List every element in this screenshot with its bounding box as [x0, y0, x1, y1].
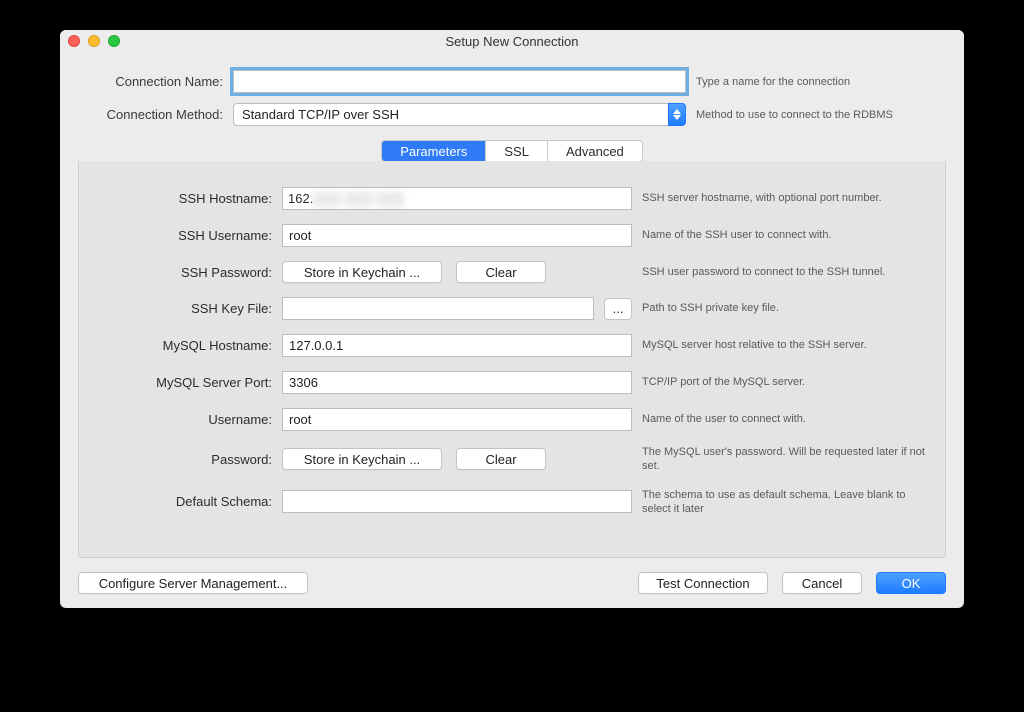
connection-method-value: Standard TCP/IP over SSH — [233, 103, 668, 126]
username-label: Username: — [97, 412, 272, 427]
zoom-icon[interactable] — [108, 35, 120, 47]
ssh-hostname-desc: SSH server hostname, with optional port … — [642, 191, 927, 205]
mysql-port-label: MySQL Server Port: — [97, 375, 272, 390]
connection-name-input[interactable] — [233, 70, 686, 93]
window-title: Setup New Connection — [446, 34, 579, 49]
ssh-hostname-input[interactable] — [282, 187, 632, 210]
footer: Configure Server Management... Test Conn… — [78, 558, 946, 594]
connection-name-hint: Type a name for the connection — [686, 76, 946, 88]
ssh-password-desc: SSH user password to connect to the SSH … — [642, 265, 927, 279]
mysql-hostname-desc: MySQL server host relative to the SSH se… — [642, 338, 927, 352]
ssh-password-clear-button[interactable]: Clear — [456, 261, 546, 283]
password-store-button[interactable]: Store in Keychain ... — [282, 448, 442, 470]
mysql-hostname-label: MySQL Hostname: — [97, 338, 272, 353]
tab-ssl[interactable]: SSL — [486, 141, 548, 161]
connection-name-label: Connection Name: — [78, 74, 233, 89]
ssh-keyfile-input[interactable] — [282, 297, 594, 320]
ssh-keyfile-desc: Path to SSH private key file. — [642, 301, 927, 315]
password-clear-button[interactable]: Clear — [456, 448, 546, 470]
parameters-panel: SSH Hostname: 162.░░░ ░░░ ░░░ SSH server… — [78, 161, 946, 558]
chevron-updown-icon[interactable] — [668, 103, 686, 126]
mysql-hostname-input[interactable] — [282, 334, 632, 357]
connection-method-hint: Method to use to connect to the RDBMS — [686, 109, 946, 121]
ssh-keyfile-browse-button[interactable]: ... — [604, 298, 632, 320]
ssh-username-label: SSH Username: — [97, 228, 272, 243]
ssh-password-store-button[interactable]: Store in Keychain ... — [282, 261, 442, 283]
configure-server-button[interactable]: Configure Server Management... — [78, 572, 308, 594]
username-desc: Name of the user to connect with. — [642, 412, 927, 426]
mysql-port-input[interactable] — [282, 371, 632, 394]
content: Connection Name: Type a name for the con… — [60, 52, 964, 608]
password-label: Password: — [97, 452, 272, 467]
titlebar: Setup New Connection — [60, 30, 964, 52]
tab-parameters[interactable]: Parameters — [382, 141, 486, 161]
ssh-username-desc: Name of the SSH user to connect with. — [642, 228, 927, 242]
cancel-button[interactable]: Cancel — [782, 572, 862, 594]
ok-button[interactable]: OK — [876, 572, 946, 594]
ssh-hostname-label: SSH Hostname: — [97, 191, 272, 206]
connection-method-select[interactable]: Standard TCP/IP over SSH — [233, 103, 686, 126]
ssh-username-input[interactable] — [282, 224, 632, 247]
username-input[interactable] — [282, 408, 632, 431]
password-desc: The MySQL user's password. Will be reque… — [642, 445, 927, 474]
ssh-password-label: SSH Password: — [97, 265, 272, 280]
ssh-keyfile-label: SSH Key File: — [97, 301, 272, 316]
tab-advanced[interactable]: Advanced — [548, 141, 642, 161]
tabbar: Parameters SSL Advanced — [78, 140, 946, 162]
window-controls — [68, 35, 120, 47]
test-connection-button[interactable]: Test Connection — [638, 572, 768, 594]
minimize-icon[interactable] — [88, 35, 100, 47]
default-schema-label: Default Schema: — [97, 494, 272, 509]
mysql-port-desc: TCP/IP port of the MySQL server. — [642, 375, 927, 389]
connection-dialog: Setup New Connection Connection Name: Ty… — [60, 30, 964, 608]
default-schema-input[interactable] — [282, 490, 632, 513]
connection-method-label: Connection Method: — [78, 107, 233, 122]
default-schema-desc: The schema to use as default schema. Lea… — [642, 488, 927, 517]
close-icon[interactable] — [68, 35, 80, 47]
